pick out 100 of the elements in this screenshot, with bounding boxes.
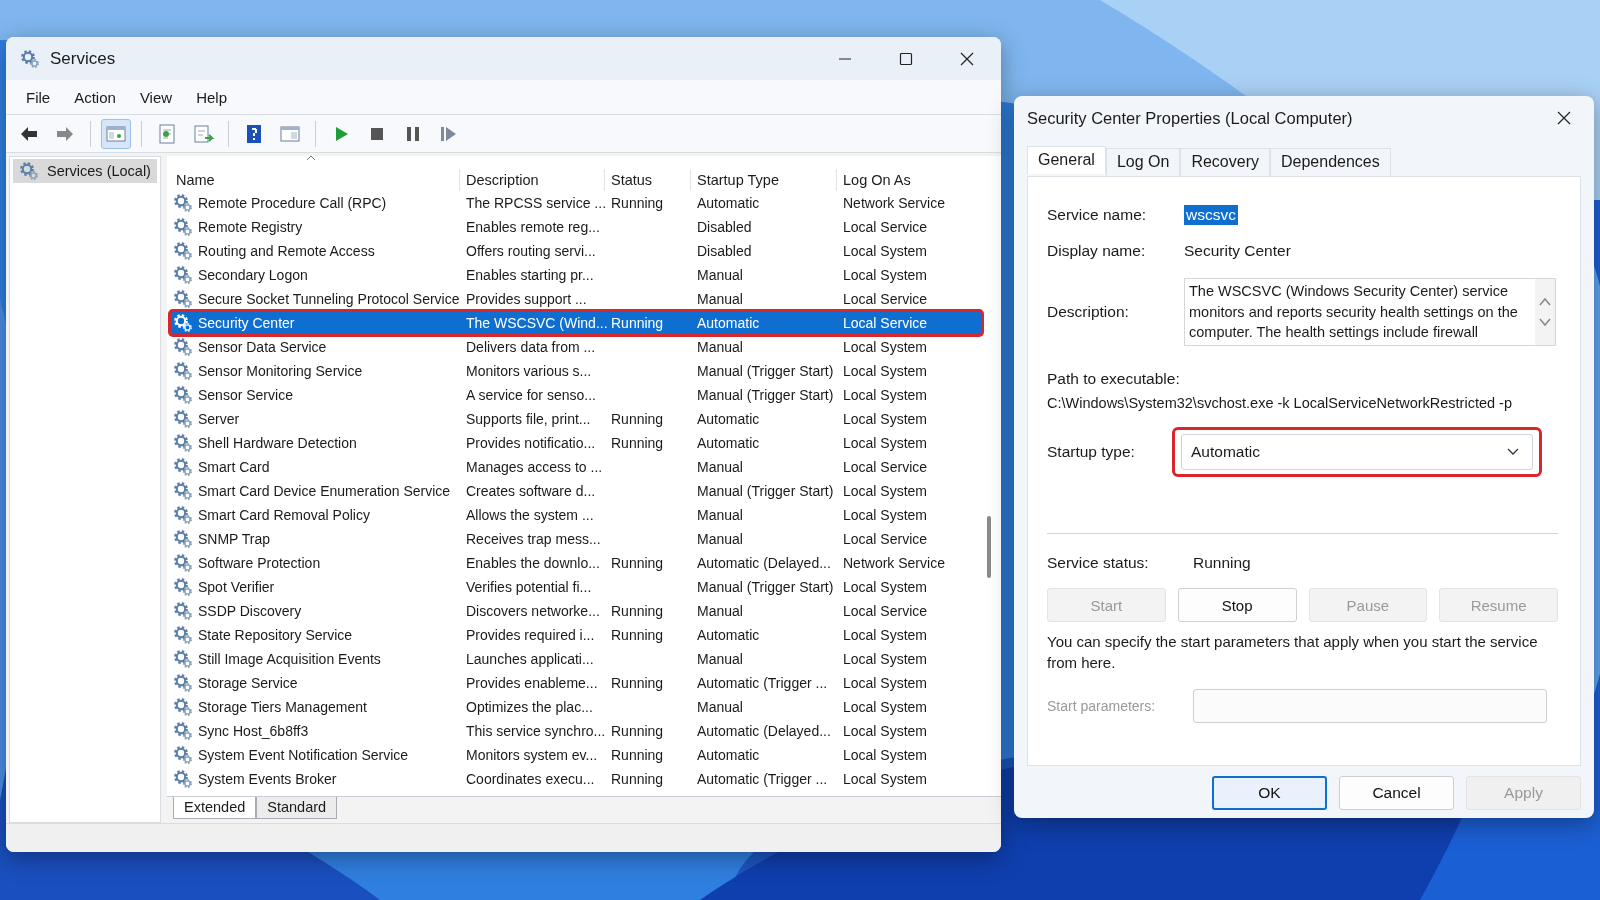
table-cell: Discovers networke... bbox=[466, 603, 600, 619]
table-cell: Manual bbox=[697, 459, 743, 475]
table-row[interactable]: Spot Verifier Verifies potential fi... Manual (Trigger Start) Local System bbox=[170, 575, 982, 599]
maximize-icon[interactable] bbox=[898, 50, 914, 67]
tab[interactable]: General bbox=[1027, 146, 1106, 174]
table-cell: Local System bbox=[843, 243, 928, 259]
table-cell: Running bbox=[611, 675, 664, 691]
table-row[interactable]: System Events Broker Coordinates execu... Running Automatic (Trigger ... Local System bbox=[170, 767, 982, 791]
table-cell: Secure Socket Tunneling Protocol Service bbox=[198, 291, 460, 307]
table-cell: Offers routing servi... bbox=[466, 243, 596, 259]
service-name-value: wscsvc bbox=[1184, 205, 1238, 225]
table-cell: Running bbox=[611, 627, 664, 643]
table-row[interactable]: Sensor Data Service Delivers data from ... Manual Local System bbox=[170, 335, 982, 359]
table-cell: Smart Card Removal Policy bbox=[198, 507, 370, 523]
table-cell: Automatic (Delayed... bbox=[697, 555, 831, 571]
table-cell: Storage Tiers Management bbox=[198, 699, 367, 715]
tab[interactable]: Dependences bbox=[1270, 148, 1391, 176]
column-header[interactable]: Log On As bbox=[837, 169, 975, 191]
menu-item[interactable]: View bbox=[127, 84, 185, 110]
gear-icon bbox=[173, 409, 193, 429]
table-cell: Local System bbox=[843, 627, 928, 643]
table-cell: Manual (Trigger Start) bbox=[697, 483, 834, 499]
table-cell: Local Service bbox=[843, 291, 928, 307]
gear-icon bbox=[173, 217, 193, 237]
table-row[interactable]: Smart Card Device Enumeration Service Creates software d... Manual (Trigger Start) Local System bbox=[170, 479, 982, 503]
table-cell: Verifies potential fi... bbox=[466, 579, 592, 595]
chevron-down-icon bbox=[1506, 447, 1520, 457]
field-label: Path to executable: bbox=[1047, 370, 1181, 388]
table-cell: Manual bbox=[697, 531, 743, 547]
table-cell: Storage Service bbox=[198, 675, 298, 691]
table-row[interactable]: Remote Registry Enables remote reg... Disabled Local Service bbox=[170, 215, 982, 239]
gear-icon bbox=[173, 745, 193, 765]
column-header[interactable]: Description bbox=[460, 169, 605, 191]
table-cell: Launches applicati... bbox=[466, 651, 594, 667]
service-button[interactable]: Stop bbox=[1177, 588, 1297, 622]
table-row[interactable]: Still Image Acquisition Events Launches applicati... Manual Local System bbox=[170, 647, 982, 671]
table-row[interactable]: Sync Host_6b8ff3 This service synchro... Running Automatic (Delayed... Local System bbox=[170, 719, 982, 743]
tab[interactable]: Log On bbox=[1105, 148, 1181, 176]
tree-item[interactable]: Services (Local) bbox=[13, 159, 157, 183]
description-text: The WSCSVC (Windows Security Center) service monitors and reports security health settings on the computer. The health settings include firewall bbox=[1188, 282, 1519, 342]
table-row[interactable]: Security Center The WSCSVC (Wind... Running Automatic Local Service bbox=[170, 311, 982, 335]
table-cell: Local System bbox=[843, 339, 928, 355]
table-cell: Running bbox=[611, 723, 664, 739]
table-cell: Local System bbox=[843, 723, 928, 739]
table-row[interactable]: State Repository Service Provides required i... Running Automatic Local System bbox=[170, 623, 982, 647]
table-cell: Enables remote reg... bbox=[466, 219, 600, 235]
scroll-up-icon[interactable] bbox=[1539, 297, 1551, 307]
table-cell: Sensor Monitoring Service bbox=[198, 363, 363, 379]
dialog-button[interactable]: OK bbox=[1212, 776, 1327, 810]
column-header[interactable]: Status bbox=[605, 169, 691, 191]
table-row[interactable]: SNMP Trap Receives trap mess... Manual Local Service bbox=[170, 527, 982, 551]
table-row[interactable]: Smart Card Manages access to ... Manual Local Service bbox=[170, 455, 982, 479]
gear-icon bbox=[173, 433, 193, 453]
column-header[interactable]: Startup Type bbox=[691, 169, 837, 191]
table-cell: Delivers data from ... bbox=[466, 339, 596, 355]
table-row[interactable]: Secure Socket Tunneling Protocol Service Provides support ... Manual Local Service bbox=[170, 287, 982, 311]
table-cell: Disabled bbox=[697, 243, 752, 259]
tab[interactable]: Recovery bbox=[1180, 148, 1270, 176]
gear-icon bbox=[173, 337, 193, 357]
gear-icon bbox=[173, 505, 193, 525]
table-cell: Network Service bbox=[843, 555, 945, 571]
table-cell: Local System bbox=[843, 651, 928, 667]
table-row[interactable]: Routing and Remote Access Offers routing servi... Disabled Local System bbox=[170, 239, 982, 263]
menu-item[interactable]: Action bbox=[62, 84, 128, 110]
table-row[interactable]: Storage Service Provides enableme... Running Automatic (Trigger ... Local System bbox=[170, 671, 982, 695]
gear-icon bbox=[173, 265, 193, 285]
table-cell: Sync Host_6b8ff3 bbox=[198, 723, 309, 739]
table-cell: The WSCSVC (Wind... bbox=[466, 315, 608, 331]
table-row[interactable]: Sensor Monitoring Service Monitors various s... Manual (Trigger Start) Local System bbox=[170, 359, 982, 383]
table-row[interactable]: Software Protection Enables the downlo... Running Automatic (Delayed... Network Service bbox=[170, 551, 982, 575]
table-cell: Manual (Trigger Start) bbox=[697, 363, 834, 379]
table-cell: Security Center bbox=[198, 315, 295, 331]
table-row[interactable]: Smart Card Removal Policy Allows the system ... Manual Local System bbox=[170, 503, 982, 527]
table-cell: Local Service bbox=[843, 531, 928, 547]
table-cell: Provides notificatio... bbox=[466, 435, 596, 451]
table-row[interactable]: SSDP Discovery Discovers networke... Running Manual Local Service bbox=[170, 599, 982, 623]
table-cell: Automatic (Trigger ... bbox=[697, 675, 828, 691]
scroll-down-icon[interactable] bbox=[1539, 317, 1551, 327]
table-cell: Creates software d... bbox=[466, 483, 596, 499]
view-tab[interactable]: Standard bbox=[256, 797, 338, 819]
table-row[interactable]: Storage Tiers Management Optimizes the plac... Manual Local System bbox=[170, 695, 982, 719]
startup-type-dropdown[interactable]: Automatic bbox=[1181, 434, 1533, 470]
close-icon[interactable] bbox=[959, 50, 975, 67]
table-cell: Monitors various s... bbox=[466, 363, 592, 379]
table-cell: Software Protection bbox=[198, 555, 321, 571]
table-row[interactable]: Remote Procedure Call (RPC) The RPCSS service ... Running Automatic Network Service bbox=[170, 191, 982, 215]
menu-item[interactable]: File bbox=[14, 84, 63, 110]
close-icon[interactable] bbox=[1556, 110, 1572, 126]
view-tab[interactable]: Extended bbox=[173, 797, 257, 819]
table-row[interactable]: Secondary Logon Enables starting pr... Manual Local System bbox=[170, 263, 982, 287]
table-row[interactable]: Sensor Service A service for senso... Manual (Trigger Start) Local System bbox=[170, 383, 982, 407]
gear-icon bbox=[173, 529, 193, 549]
table-cell: Still Image Acquisition Events bbox=[198, 651, 381, 667]
table-row[interactable]: System Event Notification Service Monitors system ev... Running Automatic Local System bbox=[170, 743, 982, 767]
dialog-button[interactable]: Cancel bbox=[1339, 776, 1454, 810]
table-cell: Running bbox=[611, 747, 664, 763]
table-row[interactable]: Shell Hardware Detection Provides notificatio... Running Automatic Local System bbox=[170, 431, 982, 455]
table-row[interactable]: Server Supports file, print... Running Automatic Local System bbox=[170, 407, 982, 431]
column-header[interactable]: Name bbox=[170, 169, 460, 191]
menu-item[interactable]: Help bbox=[184, 84, 239, 110]
